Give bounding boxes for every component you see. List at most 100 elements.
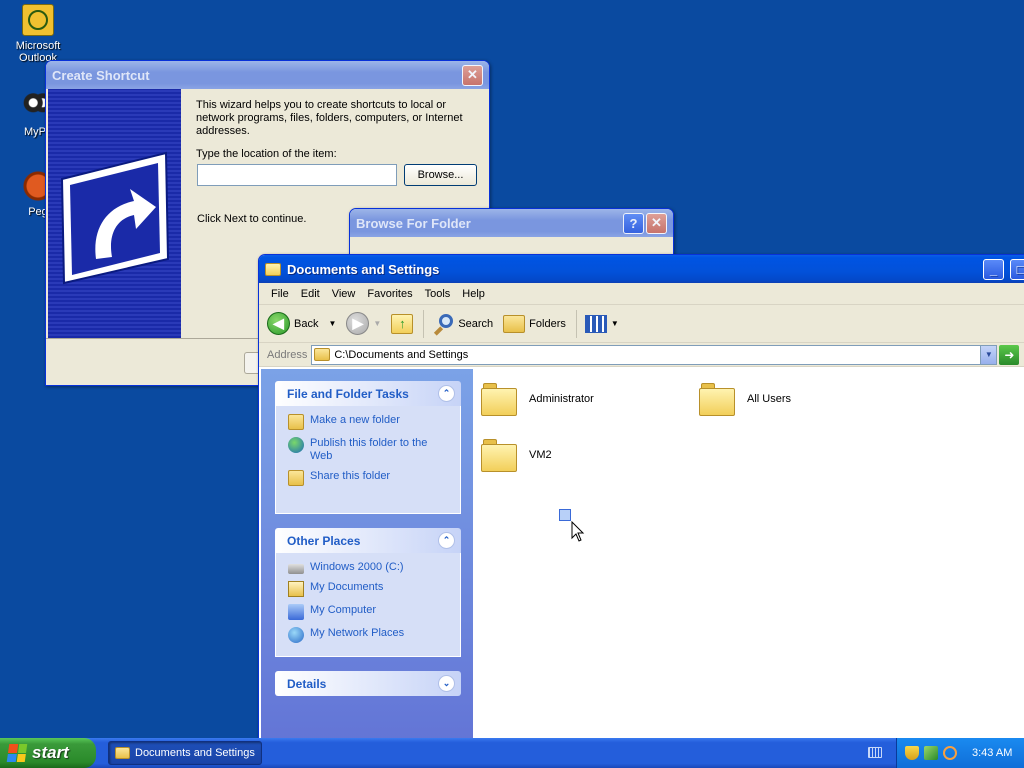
folders-icon xyxy=(503,314,526,333)
panel-body: Windows 2000 (C:) My Documents My Comput… xyxy=(275,553,461,657)
forward-arrow-icon: ▶ xyxy=(346,312,370,335)
desktop-icon-outlook[interactable]: Microsoft Outlook xyxy=(0,4,76,64)
folder-icon xyxy=(481,437,519,473)
menu-view[interactable]: View xyxy=(326,288,362,300)
close-button[interactable]: ✕ xyxy=(462,64,483,86)
help-button[interactable]: ? xyxy=(623,212,644,234)
chevron-down-icon[interactable]: ▼ xyxy=(328,319,336,328)
address-label: Address xyxy=(267,348,308,361)
task-label: Share this folder xyxy=(310,470,391,482)
explorer-body: File and Folder Tasks ⌃ Make a new folde… xyxy=(261,369,1024,741)
menu-help[interactable]: Help xyxy=(456,288,491,300)
minimize-button[interactable]: _ xyxy=(983,258,1004,280)
back-label: Back xyxy=(294,317,319,330)
system-tray: 3:43 AM xyxy=(896,738,1024,768)
close-button[interactable]: ✕ xyxy=(646,212,667,234)
place-label: My Network Places xyxy=(310,627,405,639)
folder-icon xyxy=(314,348,331,361)
panel-header[interactable]: File and Folder Tasks ⌃ xyxy=(275,381,461,406)
expand-chevron-icon[interactable]: ⌄ xyxy=(438,675,455,692)
place-label: My Computer xyxy=(310,604,377,616)
create-shortcut-titlebar[interactable]: Create Shortcut ✕ xyxy=(46,61,489,89)
panel-header[interactable]: Details ⌄ xyxy=(275,671,461,696)
next-hint: Click Next to continue. xyxy=(197,213,307,225)
location-label: Type the location of the item: xyxy=(196,148,337,160)
folder-item[interactable]: Administrator xyxy=(481,381,594,417)
views-button[interactable]: ▼ xyxy=(584,314,619,333)
place-my-documents[interactable]: My Documents xyxy=(288,581,450,597)
network-places-icon xyxy=(288,627,304,643)
task-share-folder[interactable]: Share this folder xyxy=(288,470,450,486)
folder-label: Administrator xyxy=(529,393,594,405)
outlook-icon xyxy=(22,4,54,36)
taskbar-window-button[interactable]: Documents and Settings xyxy=(108,741,262,765)
share-folder-icon xyxy=(288,470,304,486)
collapse-chevron-icon[interactable]: ⌃ xyxy=(438,385,455,402)
explorer-titlebar[interactable]: Documents and Settings _ □ xyxy=(259,255,1024,283)
collapse-chevron-icon[interactable]: ⌃ xyxy=(438,532,455,549)
menu-tools[interactable]: Tools xyxy=(419,288,457,300)
my-computer-icon xyxy=(288,604,304,620)
up-folder-button[interactable]: ↑ xyxy=(391,313,414,334)
task-publish-folder[interactable]: Publish this folder to the Web xyxy=(288,437,450,463)
go-arrow-icon[interactable]: ➜ xyxy=(999,344,1020,365)
shortcut-arrow-icon xyxy=(60,151,170,285)
place-windows-drive[interactable]: Windows 2000 (C:) xyxy=(288,561,450,574)
chevron-down-icon: ▼ xyxy=(610,319,619,328)
location-row: Browse... xyxy=(197,164,477,186)
browse-folder-titlebar[interactable]: Browse For Folder ? ✕ xyxy=(350,209,673,237)
address-bar: Address C:\Documents and Settings ▼ ➜ xyxy=(259,343,1024,367)
keyboard-icon[interactable] xyxy=(868,747,882,758)
search-tray-icon[interactable] xyxy=(943,746,957,760)
chevron-down-icon[interactable]: ▼ xyxy=(373,319,381,328)
task-pane: File and Folder Tasks ⌃ Make a new folde… xyxy=(261,369,473,741)
folders-button[interactable]: Folders xyxy=(503,314,566,333)
window-title: Create Shortcut xyxy=(52,67,150,83)
task-make-new-folder[interactable]: Make a new folder xyxy=(288,414,450,430)
folder-icon xyxy=(115,747,130,759)
file-folder-tasks-panel: File and Folder Tasks ⌃ Make a new folde… xyxy=(275,381,461,514)
folder-item[interactable]: VM2 xyxy=(481,437,552,473)
views-icon xyxy=(584,314,607,333)
menu-file[interactable]: File xyxy=(265,288,295,300)
chevron-down-icon[interactable]: ▼ xyxy=(980,345,997,364)
toolbar-separator xyxy=(575,309,577,338)
back-button[interactable]: ◀ Back ▼ xyxy=(267,312,336,335)
place-label: Windows 2000 (C:) xyxy=(310,561,404,573)
panel-title: Other Places xyxy=(287,533,361,548)
place-my-network[interactable]: My Network Places xyxy=(288,627,450,643)
clock: 3:43 AM xyxy=(972,747,1013,759)
maximize-button[interactable]: □ xyxy=(1010,258,1024,280)
address-input[interactable]: C:\Documents and Settings ▼ xyxy=(311,344,998,365)
security-shield-icon[interactable] xyxy=(905,746,919,760)
up-folder-icon: ↑ xyxy=(391,313,414,334)
folder-label: VM2 xyxy=(529,449,552,461)
place-label: My Documents xyxy=(310,581,384,593)
search-icon xyxy=(432,313,454,336)
start-button[interactable]: start xyxy=(0,738,96,768)
globe-icon xyxy=(288,437,304,453)
wizard-intro: This wizard helps you to create shortcut… xyxy=(196,99,463,137)
taskbar: start Documents and Settings 3:43 AM xyxy=(0,738,1024,768)
search-button[interactable]: Search xyxy=(432,313,494,336)
mouse-cursor-icon xyxy=(571,521,585,542)
location-input[interactable] xyxy=(197,164,397,186)
folder-item[interactable]: All Users xyxy=(699,381,791,417)
forward-button[interactable]: ▶ ▼ xyxy=(346,312,381,335)
search-label: Search xyxy=(458,317,494,330)
wizard-content: This wizard helps you to create shortcut… xyxy=(196,99,481,161)
browse-button[interactable]: Browse... xyxy=(404,164,477,186)
menu-favorites[interactable]: Favorites xyxy=(361,288,418,300)
folder-icon xyxy=(481,381,519,417)
task-label: Publish this folder to the Web xyxy=(310,437,428,462)
place-my-computer[interactable]: My Computer xyxy=(288,604,450,620)
new-folder-icon xyxy=(288,414,304,430)
folders-label: Folders xyxy=(529,317,566,330)
network-icon[interactable] xyxy=(924,746,938,760)
window-title: Browse For Folder xyxy=(356,215,471,231)
windows-logo-icon xyxy=(6,744,28,762)
menu-edit[interactable]: Edit xyxy=(295,288,326,300)
panel-header[interactable]: Other Places ⌃ xyxy=(275,528,461,553)
panel-body: Make a new folder Publish this folder to… xyxy=(275,406,461,514)
back-arrow-icon: ◀ xyxy=(267,312,290,335)
